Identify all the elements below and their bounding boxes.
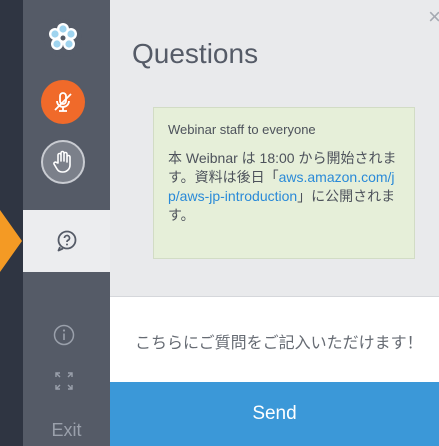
send-button[interactable]: Send [110, 382, 439, 446]
pointer-arrow [0, 210, 22, 272]
info-icon [53, 324, 75, 346]
mic-button[interactable] [41, 80, 85, 124]
question-input-text: こちらにご質問をご記入いただけます！ [135, 335, 423, 352]
info-button[interactable] [51, 322, 77, 348]
exit-button[interactable]: Exit [23, 420, 110, 441]
expand-button[interactable] [53, 370, 75, 392]
mic-muted-icon [54, 92, 72, 112]
message-box: Webinar staff to everyone 本 Weibnar は 18… [153, 107, 415, 259]
flower-logo-icon [44, 19, 82, 57]
question-bubble-icon [57, 230, 76, 252]
message-text: 本 Weibnar は 18:00 から開始されます。資料は後日「aws.ama… [168, 149, 400, 225]
panel-title: Questions [132, 38, 259, 69]
expand-icon [55, 372, 73, 390]
raise-hand-button[interactable] [41, 140, 85, 184]
logo-button[interactable] [43, 18, 83, 58]
raise-hand-icon [53, 150, 71, 173]
questions-panel: × Questions Webinar staff to everyone 本 … [110, 0, 439, 446]
questions-tab[interactable] [23, 210, 110, 272]
question-input[interactable]: こちらにご質問をご記入いただけます！ [110, 297, 439, 382]
sidebar: Exit [23, 0, 110, 446]
message-sender: Webinar staff to everyone [168, 122, 316, 137]
close-icon[interactable]: × [428, 6, 439, 28]
